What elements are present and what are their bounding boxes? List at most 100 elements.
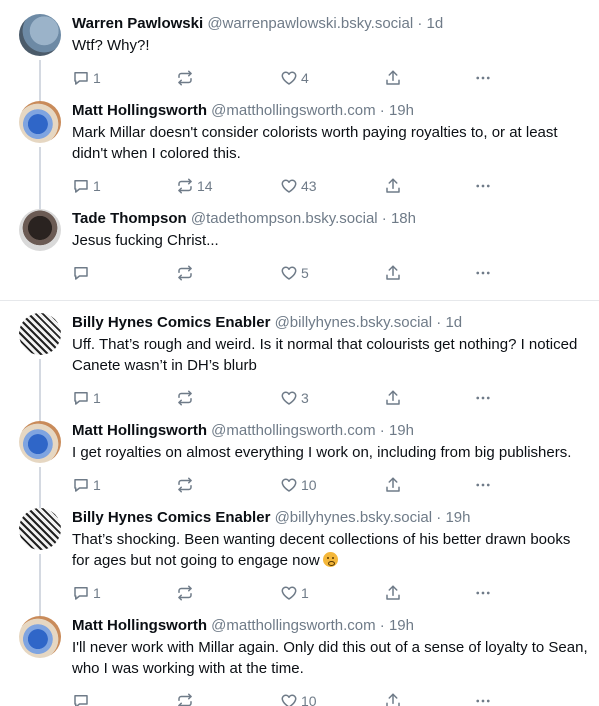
like-button[interactable]: 5 xyxy=(280,264,384,282)
post-content: Billy Hynes Comics Enabler @billyhynes.b… xyxy=(62,313,591,425)
post-time[interactable]: 18h xyxy=(391,210,416,227)
like-button[interactable]: 3 xyxy=(280,389,384,407)
author-name[interactable]: Billy Hynes Comics Enabler xyxy=(72,314,270,331)
post-gutter xyxy=(18,508,62,620)
reply-button[interactable]: 1 xyxy=(72,69,176,87)
like-count: 10 xyxy=(301,693,317,706)
more-options-button[interactable] xyxy=(474,389,504,407)
more-icon xyxy=(474,69,492,87)
author-name[interactable]: Billy Hynes Comics Enabler xyxy=(72,509,270,526)
more-options-button[interactable] xyxy=(474,584,504,602)
like-button[interactable]: 4 xyxy=(280,69,384,87)
author-handle[interactable]: @matthollingsworth.com xyxy=(211,422,375,439)
like-count: 10 xyxy=(301,477,317,493)
post-text: I get royalties on almost everything I w… xyxy=(72,442,591,463)
thread-line xyxy=(39,147,41,213)
like-button[interactable]: 1 xyxy=(280,584,384,602)
reply-count: 1 xyxy=(93,585,101,601)
post-header: Billy Hynes Comics Enabler @billyhynes.b… xyxy=(72,508,591,528)
post[interactable]: Matt Hollingsworth @matthollingsworth.co… xyxy=(0,101,599,213)
author-handle[interactable]: @warrenpawlowski.bsky.social xyxy=(207,15,413,32)
post-time[interactable]: 1d xyxy=(427,15,444,32)
post-actions: 5 xyxy=(72,260,591,286)
more-icon xyxy=(474,177,492,195)
like-button[interactable]: 10 xyxy=(280,476,384,494)
separator-dot: · xyxy=(413,15,427,32)
reply-button[interactable]: 1 xyxy=(72,584,176,602)
post-header: Matt Hollingsworth @matthollingsworth.co… xyxy=(72,616,591,636)
author-handle[interactable]: @matthollingsworth.com xyxy=(211,617,375,634)
share-button[interactable] xyxy=(384,389,474,407)
author-name[interactable]: Tade Thompson xyxy=(72,210,187,227)
more-options-button[interactable] xyxy=(474,692,504,706)
avatar[interactable] xyxy=(19,313,61,355)
share-button[interactable] xyxy=(384,264,474,282)
share-button[interactable] xyxy=(384,69,474,87)
avatar[interactable] xyxy=(19,421,61,463)
post[interactable]: Warren Pawlowski @warrenpawlowski.bsky.s… xyxy=(0,14,599,105)
post[interactable]: Tade Thompson @tadethompson.bsky.social … xyxy=(0,209,599,300)
author-name[interactable]: Matt Hollingsworth xyxy=(72,422,207,439)
author-handle[interactable]: @matthollingsworth.com xyxy=(211,102,375,119)
post[interactable]: Billy Hynes Comics Enabler @billyhynes.b… xyxy=(0,313,599,425)
avatar[interactable] xyxy=(19,616,61,658)
reply-button[interactable] xyxy=(72,264,176,282)
post-time[interactable]: 19h xyxy=(445,509,470,526)
avatar[interactable] xyxy=(19,101,61,143)
repost-button[interactable] xyxy=(176,69,280,87)
share-icon xyxy=(384,69,402,87)
post-gutter xyxy=(18,313,62,425)
like-button[interactable]: 10 xyxy=(280,692,384,706)
post-gutter xyxy=(18,209,62,300)
post-time[interactable]: 19h xyxy=(389,617,414,634)
avatar[interactable] xyxy=(19,508,61,550)
author-handle[interactable]: @billyhynes.bsky.social xyxy=(275,314,433,331)
avatar[interactable] xyxy=(19,14,61,56)
post[interactable]: Matt Hollingsworth @matthollingsworth.co… xyxy=(0,616,599,706)
thread-line xyxy=(39,554,41,620)
share-icon xyxy=(384,177,402,195)
share-button[interactable] xyxy=(384,177,474,195)
repost-button[interactable] xyxy=(176,692,280,706)
repost-count: 14 xyxy=(197,178,213,194)
share-button[interactable] xyxy=(384,584,474,602)
share-button[interactable] xyxy=(384,692,474,706)
thread-line xyxy=(39,359,41,425)
post-gutter xyxy=(18,616,62,706)
repost-button[interactable] xyxy=(176,264,280,282)
author-handle[interactable]: @billyhynes.bsky.social xyxy=(275,509,433,526)
thread: Warren Pawlowski @warrenpawlowski.bsky.s… xyxy=(0,0,599,300)
more-options-button[interactable] xyxy=(474,476,504,494)
post-content: Matt Hollingsworth @matthollingsworth.co… xyxy=(62,101,591,213)
post-text: Jesus fucking Christ... xyxy=(72,230,591,251)
reply-count: 1 xyxy=(93,477,101,493)
more-options-button[interactable] xyxy=(474,177,504,195)
author-name[interactable]: Matt Hollingsworth xyxy=(72,102,207,119)
reply-button[interactable]: 1 xyxy=(72,476,176,494)
repost-button[interactable]: 14 xyxy=(176,177,280,195)
post-time[interactable]: 19h xyxy=(389,102,414,119)
author-name[interactable]: Matt Hollingsworth xyxy=(72,617,207,634)
post-time[interactable]: 1d xyxy=(445,314,462,331)
author-name[interactable]: Warren Pawlowski xyxy=(72,15,203,32)
author-handle[interactable]: @tadethompson.bsky.social xyxy=(191,210,378,227)
thread: Billy Hynes Comics Enabler @billyhynes.b… xyxy=(0,300,599,706)
post-actions: 10 xyxy=(72,688,591,706)
more-options-button[interactable] xyxy=(474,264,504,282)
post-time[interactable]: 19h xyxy=(389,422,414,439)
repost-button[interactable] xyxy=(176,584,280,602)
reply-button[interactable]: 1 xyxy=(72,389,176,407)
like-button[interactable]: 43 xyxy=(280,177,384,195)
post[interactable]: Billy Hynes Comics Enabler @billyhynes.b… xyxy=(0,508,599,620)
post[interactable]: Matt Hollingsworth @matthollingsworth.co… xyxy=(0,421,599,512)
more-options-button[interactable] xyxy=(474,69,504,87)
share-button[interactable] xyxy=(384,476,474,494)
repost-button[interactable] xyxy=(176,389,280,407)
avatar[interactable] xyxy=(19,209,61,251)
separator-dot: · xyxy=(377,210,391,227)
reply-count: 1 xyxy=(93,178,101,194)
reply-button[interactable]: 1 xyxy=(72,177,176,195)
like-count: 43 xyxy=(301,178,317,194)
reply-button[interactable] xyxy=(72,692,176,706)
repost-button[interactable] xyxy=(176,476,280,494)
